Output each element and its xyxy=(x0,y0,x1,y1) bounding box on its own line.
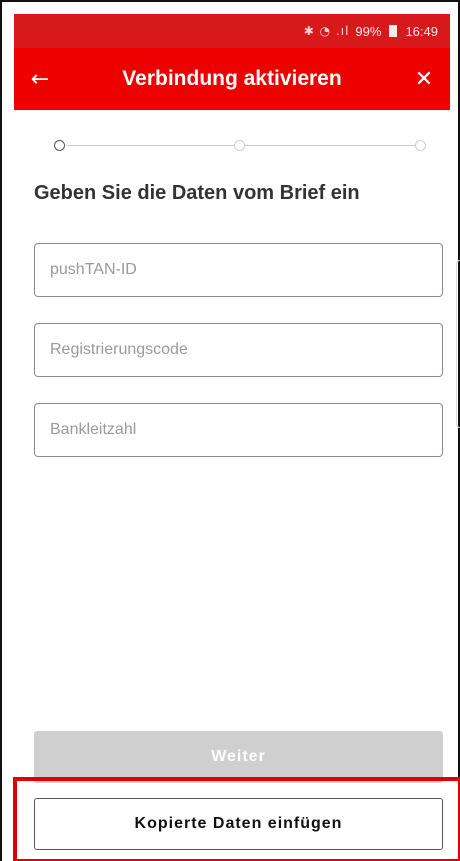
clock: 16:49 xyxy=(405,23,438,39)
app-bar: ← Verbindung aktivieren ✕ xyxy=(14,48,450,110)
paste-data-button[interactable]: Kopierte Daten einfügen xyxy=(34,798,443,850)
registration-code-field[interactable] xyxy=(34,323,443,377)
page-title: Verbindung aktivieren xyxy=(122,67,342,90)
pushtan-id-field[interactable] xyxy=(34,243,443,297)
battery-icon xyxy=(389,25,398,37)
close-icon[interactable]: ✕ xyxy=(398,67,450,92)
step-indicator-3 xyxy=(415,140,426,151)
step-indicator-2 xyxy=(234,140,245,151)
back-arrow-icon[interactable]: ← xyxy=(14,67,66,92)
battery-percent: 99% xyxy=(355,23,382,39)
stepper-line xyxy=(245,145,415,146)
signal-icons: ✱ ◔ .ıl xyxy=(303,24,350,38)
progress-stepper xyxy=(54,139,426,153)
status-bar: ✱ ◔ .ıl 99% 16:49 xyxy=(14,14,450,48)
pushtan-id-input[interactable] xyxy=(35,244,442,296)
bank-code-field[interactable] xyxy=(34,403,443,457)
form-heading: Geben Sie die Daten vom Brief ein xyxy=(34,182,360,204)
stepper-line xyxy=(66,145,234,146)
registration-code-input[interactable] xyxy=(35,324,442,376)
next-button[interactable]: Weiter xyxy=(34,731,443,783)
app-screen: ✱ ◔ .ıl 99% 16:49 ← Verbindung aktiviere… xyxy=(0,0,460,861)
step-indicator-1 xyxy=(54,140,65,151)
side-panel-handle[interactable] xyxy=(456,260,460,428)
bank-code-input[interactable] xyxy=(35,404,442,456)
